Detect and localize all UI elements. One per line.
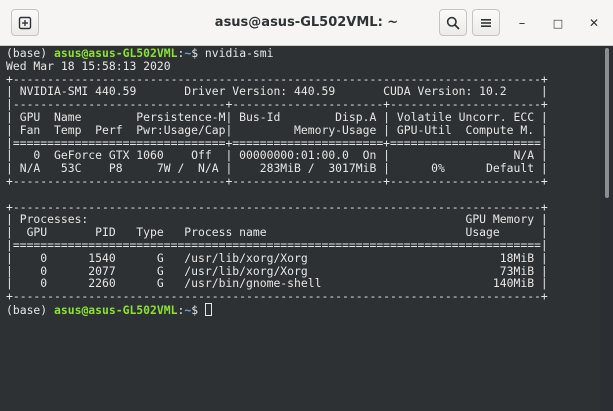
output-line: | Fan Temp Perf Pwr:Usage/Cap| Memory-Us… xyxy=(6,122,548,137)
minimize-button[interactable]: – xyxy=(512,13,532,33)
output-line: +---------------------------------------… xyxy=(6,289,548,304)
prompt-symbol: $ xyxy=(191,302,205,317)
prompt-symbol: $ xyxy=(191,46,205,60)
output-line: | 0 1540 G /usr/lib/xorg/Xorg 18MiB | xyxy=(6,250,548,265)
prompt-userhost: asus@asus-GL502VML xyxy=(54,302,178,317)
terminal-area[interactable]: (base) asus@asus-GL502VML:~$ nvidia-smi W… xyxy=(0,46,600,411)
command-text: nvidia-smi xyxy=(204,46,274,60)
output-line: +-------------------------------+-------… xyxy=(6,173,548,188)
search-button[interactable] xyxy=(439,9,467,36)
text-cursor xyxy=(204,302,212,316)
maximize-button[interactable]: □ xyxy=(548,13,568,33)
terminal-window: asus@asus-GL502VML: ~ – □ ✕ (base) asus@… xyxy=(0,0,613,411)
close-button[interactable]: ✕ xyxy=(584,13,604,33)
prompt-userhost: asus@asus-GL502VML xyxy=(54,46,178,60)
title-bar: asus@asus-GL502VML: ~ – □ ✕ xyxy=(0,0,613,46)
hamburger-menu-icon xyxy=(481,18,491,27)
prompt-line: (base) asus@asus-GL502VML:~$ nvidia-smi xyxy=(6,47,548,60)
output-line: | GPU Name Persistence-M| Bus-Id Disp.A … xyxy=(6,109,548,124)
menu-button[interactable] xyxy=(472,9,500,36)
maximize-icon: □ xyxy=(552,16,564,30)
search-icon xyxy=(446,16,460,29)
output-line: Wed Mar 18 15:58:13 2020 xyxy=(6,58,171,73)
output-line: |=======================================… xyxy=(6,237,548,252)
conda-env: (base) xyxy=(6,302,55,317)
terminal-screen: (base) asus@asus-GL502VML:~$ nvidia-smi W… xyxy=(6,47,548,317)
close-icon: ✕ xyxy=(588,16,600,30)
scrollbar-thumb[interactable] xyxy=(605,48,609,198)
minimize-icon: – xyxy=(518,15,526,31)
conda-env: (base) xyxy=(6,46,55,60)
prompt-line: (base) asus@asus-GL502VML:~$ xyxy=(6,302,548,317)
